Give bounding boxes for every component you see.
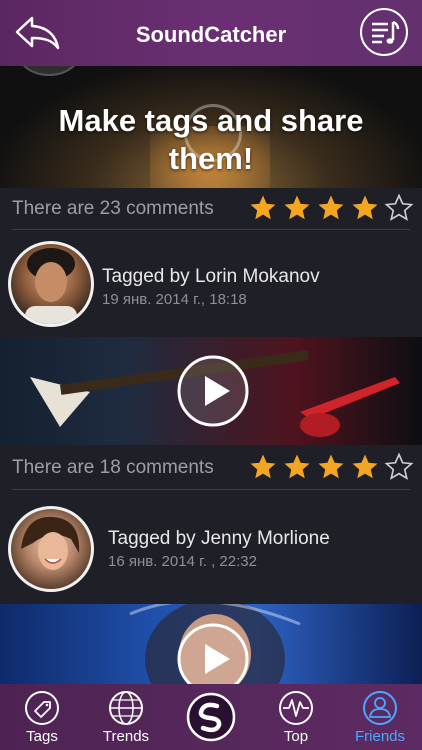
promo-banner[interactable]: Make tags and share them! bbox=[0, 66, 422, 188]
star-filled-icon[interactable] bbox=[248, 193, 278, 223]
star-filled-icon[interactable] bbox=[282, 193, 312, 223]
top-navigation-bar: SoundCatcher bbox=[0, 0, 422, 66]
tab-label: Tags bbox=[26, 728, 58, 745]
comments-count: There are 23 comments bbox=[12, 198, 214, 219]
play-icon[interactable] bbox=[176, 622, 250, 684]
comments-row[interactable]: There are 18 comments bbox=[0, 447, 422, 489]
tag-date: 16 янв. 2014 г. , 22:32 bbox=[108, 553, 257, 570]
media-thumbnail[interactable] bbox=[0, 604, 422, 684]
star-filled-icon[interactable] bbox=[350, 193, 380, 223]
banner-text: Make tags and share them! bbox=[58, 103, 364, 176]
tagger-name: Tagged by Jenny Morlione bbox=[108, 528, 330, 549]
tab-label: Friends bbox=[354, 728, 406, 745]
tab-top[interactable]: Top bbox=[254, 684, 338, 750]
comments-row[interactable]: There are 23 comments bbox=[0, 188, 422, 230]
star-filled-icon[interactable] bbox=[248, 452, 278, 482]
rating-stars[interactable] bbox=[248, 452, 414, 482]
comments-count: There are 18 comments bbox=[12, 457, 214, 478]
avatar[interactable] bbox=[8, 506, 94, 592]
divider bbox=[12, 489, 410, 490]
star-filled-icon[interactable] bbox=[282, 452, 312, 482]
tab-label: Top bbox=[283, 728, 309, 745]
tagger-name: Tagged by Lorin Mokanov bbox=[102, 266, 320, 287]
playlist-button[interactable] bbox=[360, 8, 408, 56]
play-icon[interactable] bbox=[176, 354, 250, 428]
star-filled-icon[interactable] bbox=[350, 452, 380, 482]
globe-icon bbox=[109, 691, 143, 725]
soundcatcher-logo-icon bbox=[186, 692, 236, 742]
person-photo bbox=[25, 248, 77, 324]
star-filled-icon[interactable] bbox=[316, 193, 346, 223]
bottom-tab-bar: Tags Trends Top Friends bbox=[0, 684, 422, 750]
tag-icon bbox=[25, 691, 59, 725]
waveform-icon bbox=[279, 691, 313, 725]
tag-date: 19 янв. 2014 г., 18:18 bbox=[102, 291, 247, 308]
playlist-icon bbox=[372, 20, 400, 44]
app-title: SoundCatcher bbox=[135, 22, 287, 47]
tab-tags[interactable]: Tags bbox=[0, 684, 84, 750]
star-filled-icon[interactable] bbox=[316, 452, 346, 482]
divider bbox=[12, 229, 410, 230]
tab-label: Trends bbox=[102, 728, 150, 745]
tab-friends[interactable]: Friends bbox=[338, 684, 422, 750]
tab-trends[interactable]: Trends bbox=[84, 684, 168, 750]
tagger-row[interactable]: Tagged by Lorin Mokanov 19 янв. 2014 г.,… bbox=[0, 236, 422, 336]
avatar[interactable] bbox=[8, 241, 94, 327]
media-thumbnail[interactable] bbox=[0, 337, 422, 445]
person-icon bbox=[363, 691, 397, 725]
person-photo bbox=[21, 516, 80, 570]
star-empty-icon[interactable] bbox=[384, 452, 414, 482]
avatar bbox=[18, 66, 80, 76]
tab-soundcatcher[interactable] bbox=[169, 684, 253, 750]
rating-stars[interactable] bbox=[248, 193, 414, 223]
star-empty-icon[interactable] bbox=[384, 193, 414, 223]
tagger-row[interactable]: Tagged by Jenny Morlione 16 янв. 2014 г.… bbox=[0, 500, 422, 600]
